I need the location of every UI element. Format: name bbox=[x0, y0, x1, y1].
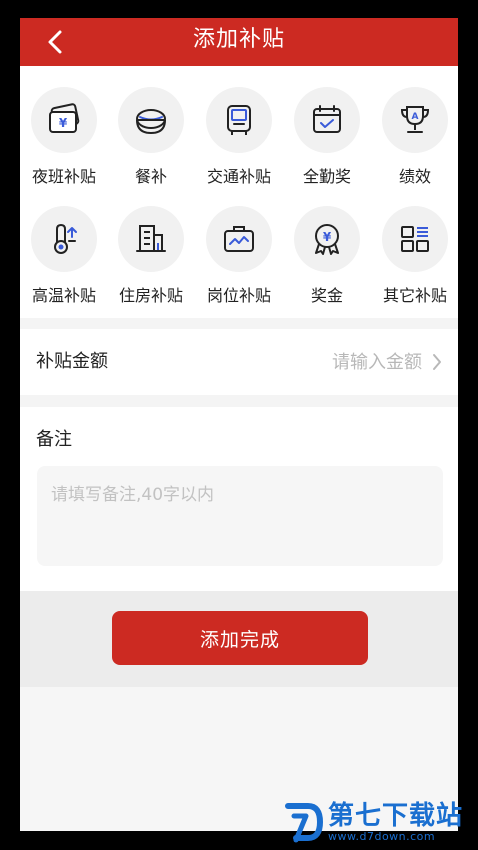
submit-area: 添加完成 bbox=[20, 591, 458, 687]
trophy-icon: A bbox=[400, 106, 430, 133]
category-high-temp[interactable]: 高温补贴 bbox=[20, 206, 108, 306]
category-label: 其它补贴 bbox=[382, 286, 447, 305]
header-bar: 添加补贴 bbox=[20, 18, 458, 66]
category-label: 奖金 bbox=[310, 286, 343, 305]
night-shift-ticket-icon: ¥ bbox=[49, 103, 80, 133]
category-label: 绩效 bbox=[398, 167, 431, 186]
bus-icon bbox=[227, 105, 251, 135]
svg-text:¥: ¥ bbox=[59, 116, 68, 130]
category-bonus[interactable]: ¥ 奖金 bbox=[283, 206, 371, 306]
phone-screen: 添加补贴 ¥ 夜班补贴 餐补 交通补贴 全勤奖 A 绩效 高温补贴 住房补贴 岗… bbox=[20, 18, 458, 831]
category-position[interactable]: 岗位补贴 bbox=[195, 206, 283, 306]
category-performance[interactable]: A 绩效 bbox=[371, 87, 458, 187]
category-attendance-bonus[interactable]: 全勤奖 bbox=[283, 87, 371, 187]
category-label: 全勤奖 bbox=[302, 167, 351, 186]
remark-panel: 备注 bbox=[20, 407, 458, 591]
watermark-url: www.d7down.com bbox=[328, 829, 436, 843]
grid-list-icon bbox=[401, 226, 429, 252]
submit-button[interactable]: 添加完成 bbox=[112, 611, 368, 665]
category-label: 餐补 bbox=[134, 167, 167, 186]
meal-bowl-icon bbox=[136, 109, 166, 135]
calendar-check-icon bbox=[313, 105, 341, 133]
watermark-title: 第七下载站 bbox=[328, 800, 464, 831]
category-meal[interactable]: 餐补 bbox=[107, 87, 195, 187]
amount-row[interactable]: 补贴金额 bbox=[20, 329, 458, 395]
category-night-shift[interactable]: ¥ 夜班补贴 bbox=[20, 87, 108, 187]
category-transport[interactable]: 交通补贴 bbox=[195, 87, 283, 187]
category-label: 住房补贴 bbox=[118, 286, 183, 305]
category-label: 岗位补贴 bbox=[206, 286, 271, 305]
svg-text:A: A bbox=[412, 112, 419, 122]
category-housing[interactable]: 住房补贴 bbox=[107, 206, 195, 306]
building-icon bbox=[136, 225, 166, 252]
page-title: 添加补贴 bbox=[192, 27, 285, 52]
d7-logo-icon bbox=[285, 803, 324, 843]
category-label: 交通补贴 bbox=[206, 167, 271, 186]
briefcase-icon bbox=[224, 226, 254, 252]
amount-label: 补贴金额 bbox=[36, 351, 108, 372]
svg-text:¥: ¥ bbox=[323, 230, 332, 244]
remark-label: 备注 bbox=[36, 429, 72, 450]
site-watermark: 第七下载站 www.d7down.com bbox=[284, 797, 478, 847]
thermometer-icon bbox=[54, 223, 77, 254]
chevron-right-icon bbox=[433, 354, 441, 370]
amount-input[interactable] bbox=[262, 348, 422, 376]
category-label: 高温补贴 bbox=[31, 286, 96, 305]
subsidy-category-grid: ¥ 夜班补贴 餐补 交通补贴 全勤奖 A 绩效 高温补贴 住房补贴 岗位补贴 ¥… bbox=[20, 66, 458, 318]
chevron-left-icon bbox=[48, 30, 62, 54]
category-other[interactable]: 其它补贴 bbox=[371, 206, 458, 306]
back-button[interactable] bbox=[38, 24, 72, 60]
medal-icon: ¥ bbox=[315, 224, 339, 255]
remark-textarea[interactable] bbox=[37, 466, 443, 566]
category-label: 夜班补贴 bbox=[31, 167, 96, 186]
